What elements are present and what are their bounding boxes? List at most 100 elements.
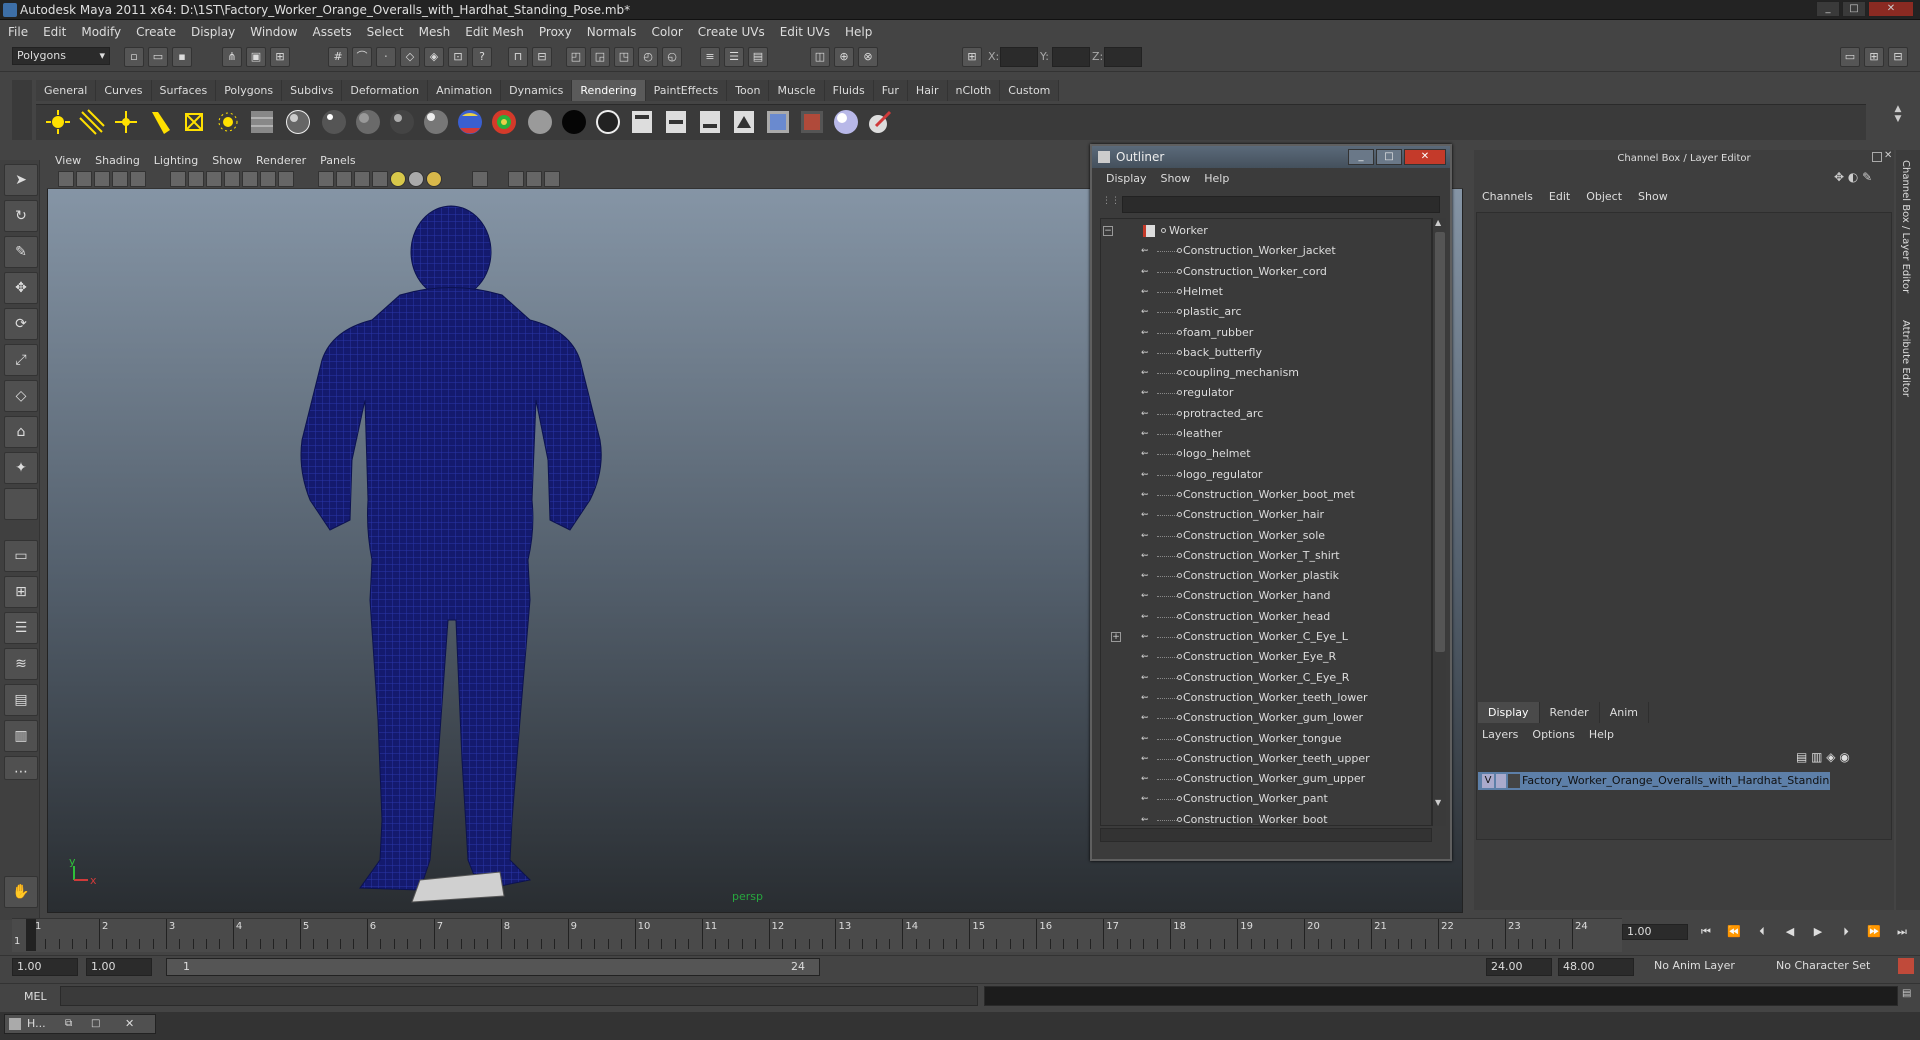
render-region-icon[interactable] — [764, 108, 792, 136]
new-scene-icon[interactable]: ▫ — [124, 47, 144, 67]
playback-end-field[interactable]: 24.00 — [1486, 958, 1552, 976]
play-forwards-icon[interactable]: ▶ — [1808, 924, 1828, 940]
snap-grid-icon[interactable]: # — [328, 47, 348, 67]
toggle-modeling-toolkit-icon[interactable]: ≡ — [700, 47, 720, 67]
snap-point-icon[interactable]: ⋅ — [376, 47, 396, 67]
go-to-end-icon[interactable]: ⏭ — [1892, 924, 1912, 940]
channel-box-close-icon[interactable]: ✕ — [1884, 150, 1894, 162]
textured-icon[interactable] — [372, 171, 388, 187]
snap-plane-icon[interactable]: ◇ — [400, 47, 420, 67]
outliner-close-button[interactable]: ✕ — [1404, 149, 1446, 165]
layout-persp-icon[interactable]: ⊟ — [1888, 47, 1908, 67]
point-light-icon[interactable] — [112, 108, 140, 136]
outliner-item[interactable]: ⇜ Construction_Worker_C_Eye_L — [1101, 627, 1421, 647]
outliner-vertical-scrollbar[interactable]: ▲ ▼ — [1432, 218, 1446, 826]
empty-tool-slot[interactable] — [4, 488, 38, 520]
outliner-item[interactable]: ⇜ Helmet — [1101, 282, 1421, 302]
outliner-item[interactable]: ⇜ Construction_Worker_gum_upper — [1101, 769, 1421, 789]
layer-tab-render[interactable]: Render — [1539, 702, 1600, 723]
shelf-tab-surfaces[interactable]: Surfaces — [151, 80, 217, 101]
menu-create-uvs[interactable]: Create UVs — [698, 25, 765, 39]
menu-modify[interactable]: Modify — [81, 25, 121, 39]
play-backwards-icon[interactable]: ◀ — [1780, 924, 1800, 940]
layout-four-icon[interactable]: ⊞ — [1864, 47, 1884, 67]
layer-menu-options[interactable]: Options — [1532, 728, 1574, 741]
shelf-tab-muscle[interactable]: Muscle — [769, 80, 825, 101]
auto-key-icon[interactable] — [1898, 958, 1914, 974]
x-field[interactable] — [1000, 47, 1038, 67]
channel-box-float-icon[interactable] — [1872, 152, 1882, 162]
shelf-tab-painteffects[interactable]: PaintEffects — [645, 80, 728, 101]
step-forward-key-icon[interactable]: ⏩ — [1864, 924, 1884, 940]
snap-curve-icon[interactable]: ⌒ — [352, 47, 372, 67]
viewport-menu-shading[interactable]: Shading — [95, 154, 140, 167]
viewport-menu-lighting[interactable]: Lighting — [154, 154, 198, 167]
field-chart-icon[interactable] — [242, 171, 258, 187]
outliner-item[interactable]: ⇜ coupling_mechanism — [1101, 363, 1421, 383]
outliner-horizontal-scrollbar[interactable] — [1100, 828, 1432, 842]
menu-file[interactable]: File — [8, 25, 28, 39]
maya-hand-icon[interactable]: ✋ — [4, 876, 38, 908]
xray-icon[interactable] — [508, 171, 524, 187]
step-back-frame-icon[interactable]: ⏴ — [1752, 924, 1772, 940]
outliner-item[interactable]: ⇜ plastic_arc — [1101, 302, 1421, 322]
layout-single-icon[interactable]: ▭ — [1840, 47, 1860, 67]
shader-grey-icon[interactable] — [526, 108, 554, 136]
menu-edit-uvs[interactable]: Edit UVs — [780, 25, 830, 39]
shelf-tab-animation[interactable]: Animation — [428, 80, 502, 101]
select-object-icon[interactable]: ▣ — [246, 47, 266, 67]
outliner-item[interactable]: ⇜ Construction_Worker_Eye_R — [1101, 647, 1421, 667]
lock-icon[interactable]: ⊓ — [508, 47, 528, 67]
layer-type-toggle[interactable] — [1496, 774, 1506, 788]
layer-tab-display[interactable]: Display — [1478, 702, 1540, 723]
shelf-tab-fur[interactable]: Fur — [873, 80, 908, 101]
outliner-item[interactable]: ⇜ Construction_Worker_teeth_upper — [1101, 749, 1421, 769]
collapse-icon[interactable]: − — [1103, 226, 1113, 236]
bookmarks-icon[interactable] — [94, 171, 110, 187]
save-scene-icon[interactable]: ▪ — [172, 47, 192, 67]
menu-assets[interactable]: Assets — [313, 25, 352, 39]
resolution-gate-icon[interactable] — [206, 171, 222, 187]
shelf-tab-custom[interactable]: Custom — [1000, 80, 1060, 101]
film-gate-icon[interactable] — [188, 171, 204, 187]
directional-light-icon[interactable] — [78, 108, 106, 136]
outliner-window[interactable]: Outliner _ □ ✕ Display Show Help ⋮⋮ − Worke… — [1090, 144, 1452, 861]
outliner-menu-help[interactable]: Help — [1204, 172, 1229, 190]
safe-action-icon[interactable] — [260, 171, 276, 187]
help-icon[interactable]: ? — [472, 47, 492, 67]
mode-selector[interactable]: Polygons ▾ — [12, 47, 110, 65]
layer-tab-anim[interactable]: Anim — [1599, 702, 1649, 723]
channel-box-menu-show[interactable]: Show — [1638, 190, 1668, 203]
history-icon[interactable]: ⊡ — [448, 47, 468, 67]
mel-label[interactable]: MEL — [24, 990, 47, 1003]
render-batch-icon[interactable] — [662, 108, 690, 136]
display-layer-row[interactable]: V Factory_Worker_Orange_Overalls_with_Ha… — [1478, 772, 1830, 790]
script-editor-icon[interactable]: ▤ — [1902, 988, 1916, 1004]
gate-mask-icon[interactable] — [224, 171, 240, 187]
outliner-item[interactable]: ⇜ protracted_arc — [1101, 404, 1421, 424]
layer-menu-help[interactable]: Help — [1589, 728, 1614, 741]
render-icon[interactable]: ◰ — [566, 47, 586, 67]
close-icon[interactable]: ✕ — [125, 1015, 134, 1033]
outliner-minimize-button[interactable]: _ — [1348, 149, 1374, 165]
maximize-icon[interactable]: □ — [91, 1015, 100, 1033]
render-file-icon[interactable] — [628, 108, 656, 136]
step-back-key-icon[interactable]: ⏪ — [1724, 924, 1744, 940]
render-pass-icon[interactable] — [730, 108, 758, 136]
outliner-item[interactable]: ⇜ Construction_Worker_hair — [1101, 505, 1421, 525]
shader-ramp-icon[interactable] — [456, 108, 484, 136]
hypershade-icon[interactable]: ◴ — [638, 47, 658, 67]
use-all-lights-icon[interactable] — [408, 171, 424, 187]
shelf-tab-general[interactable]: General — [36, 80, 97, 101]
select-hierarchy-icon[interactable]: ⋔ — [222, 47, 242, 67]
mel-command-input[interactable] — [60, 986, 978, 1006]
outliner-item[interactable]: ⇜ Construction_Worker_T_shirt — [1101, 546, 1421, 566]
outliner-root-item[interactable]: − Worker — [1101, 221, 1421, 241]
shelf-tab-subdivs[interactable]: Subdivs — [282, 80, 343, 101]
paint-select-tool-icon[interactable]: ✎ — [4, 236, 38, 268]
shader-blinn-icon[interactable] — [284, 108, 312, 136]
manipulator-tool-icon[interactable]: ◇ — [4, 380, 38, 412]
close-button[interactable]: ✕ — [1868, 1, 1914, 17]
input-lines-icon[interactable]: ⊟ — [532, 47, 552, 67]
safe-title-icon[interactable] — [278, 171, 294, 187]
